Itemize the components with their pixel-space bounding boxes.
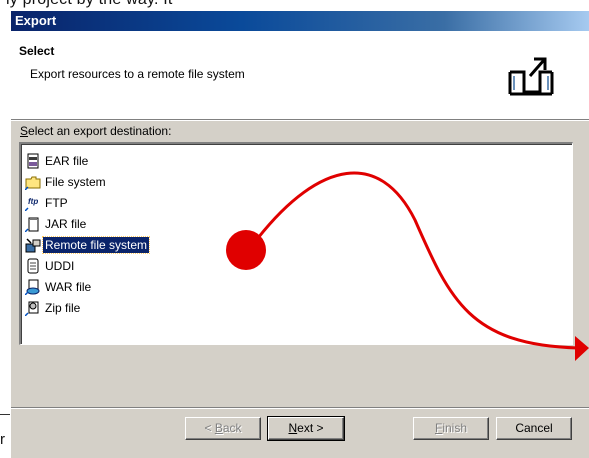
destination-list[interactable]: EAR file File system ftp FTP JAR file Re…	[19, 142, 573, 345]
folder-icon	[25, 176, 41, 190]
war-file-icon	[25, 279, 40, 295]
wizard-page-title: Select	[19, 44, 55, 58]
list-item-war-file[interactable]: WAR file	[25, 277, 93, 297]
export-dialog: Export Select Export resources to a remo…	[10, 10, 589, 458]
list-item-zip-file[interactable]: Zip file	[25, 298, 82, 318]
uddi-icon	[27, 258, 39, 274]
background-left-text: r	[0, 431, 5, 448]
background-rule	[0, 414, 10, 415]
wizard-page-description: Export resources to a remote file system	[30, 67, 245, 81]
remote-file-system-icon	[25, 238, 41, 253]
destination-label: Select an export destination:	[20, 124, 172, 138]
list-item-remote-file-system[interactable]: Remote file system	[25, 235, 151, 255]
wizard-header: Select Export resources to a remote file…	[11, 31, 589, 120]
list-item-ftp[interactable]: ftp FTP	[25, 193, 70, 213]
export-wizard-icon	[508, 57, 554, 96]
list-item-uddi[interactable]: UDDI	[25, 256, 76, 276]
list-item-jar-file[interactable]: JAR file	[25, 214, 88, 234]
ftp-icon: ftp	[25, 197, 38, 211]
zip-file-icon	[25, 301, 39, 316]
title-bar[interactable]: Export	[11, 11, 589, 31]
list-item-file-system[interactable]: File system	[25, 172, 108, 192]
list-item-ear-file[interactable]: EAR file	[25, 151, 90, 171]
svg-text:ftp: ftp	[28, 197, 38, 206]
background-page-strip: ly project by the way. It	[0, 0, 589, 10]
next-button[interactable]: Next >	[267, 416, 345, 441]
button-separator	[11, 407, 589, 409]
header-separator	[11, 120, 589, 121]
cancel-button[interactable]: Cancel	[496, 417, 572, 440]
background-text: ly project by the way. It	[6, 0, 173, 9]
jar-file-icon	[25, 217, 39, 232]
dialog-title: Export	[15, 13, 57, 28]
back-button[interactable]: < Back	[185, 417, 261, 440]
ear-file-icon	[27, 153, 39, 169]
finish-button[interactable]: Finish	[413, 417, 489, 440]
